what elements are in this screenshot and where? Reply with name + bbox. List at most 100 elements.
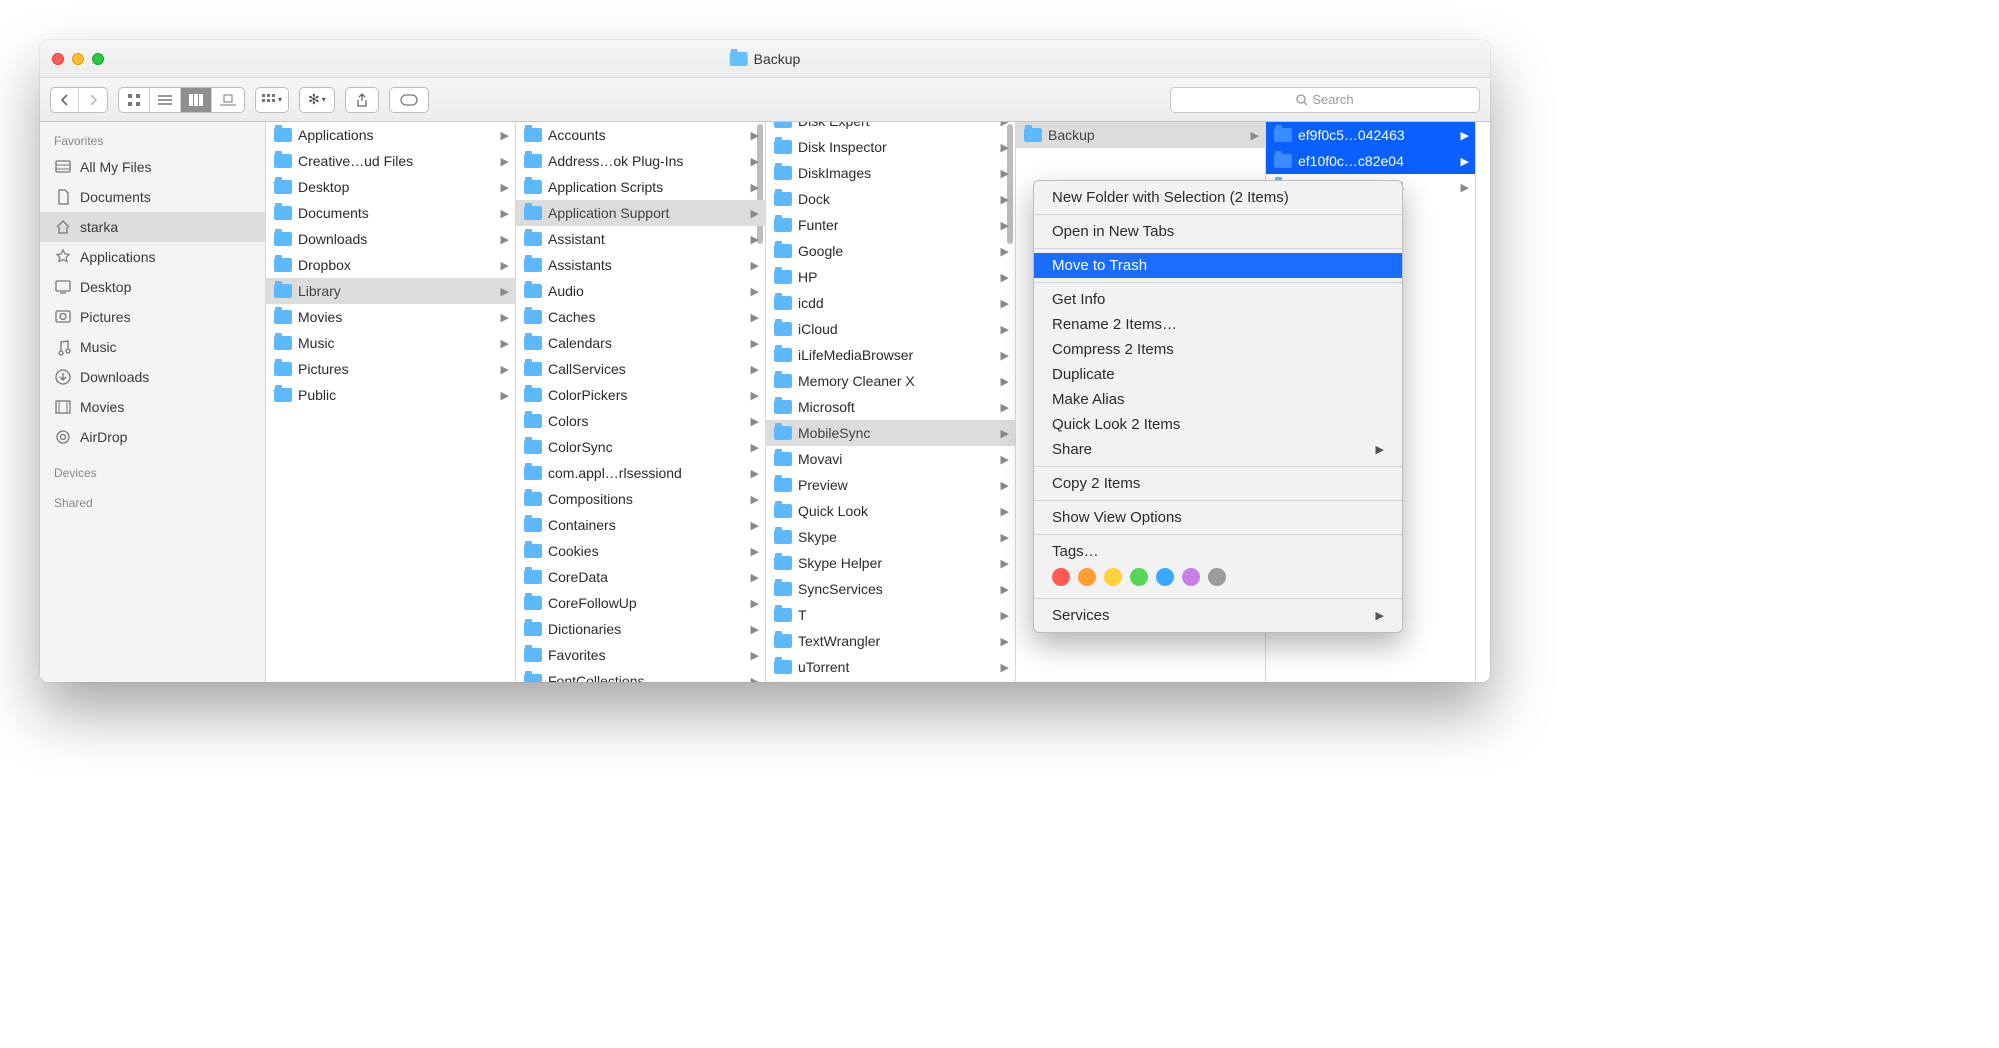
menu-item[interactable]: Show View Options xyxy=(1034,505,1402,530)
folder-item[interactable]: Compositions▶ xyxy=(516,486,765,512)
tag-color-dot[interactable] xyxy=(1130,568,1148,586)
folder-item[interactable]: Movies▶ xyxy=(266,304,515,330)
folder-item[interactable]: Public▶ xyxy=(266,382,515,408)
menu-item[interactable]: Open in New Tabs xyxy=(1034,219,1402,244)
folder-item[interactable]: Pictures▶ xyxy=(266,356,515,382)
folder-item[interactable]: Memory Cleaner X▶ xyxy=(766,368,1015,394)
menu-item[interactable]: Move to Trash xyxy=(1034,253,1402,278)
coverflow-view-button[interactable] xyxy=(212,88,244,112)
menu-item[interactable]: Services▶ xyxy=(1034,603,1402,628)
tag-color-dot[interactable] xyxy=(1078,568,1096,586)
tag-color-dot[interactable] xyxy=(1052,568,1070,586)
arrange-button[interactable]: ▾ xyxy=(256,88,288,112)
folder-item[interactable]: Funter▶ xyxy=(766,212,1015,238)
folder-item[interactable]: Creative…ud Files▶ xyxy=(266,148,515,174)
folder-item[interactable]: Quick Look▶ xyxy=(766,498,1015,524)
folder-item[interactable]: Google▶ xyxy=(766,238,1015,264)
close-window-button[interactable] xyxy=(52,53,64,65)
tag-color-dot[interactable] xyxy=(1182,568,1200,586)
folder-item[interactable]: Music▶ xyxy=(266,330,515,356)
icon-view-button[interactable] xyxy=(119,88,150,112)
tag-color-dot[interactable] xyxy=(1208,568,1226,586)
folder-item[interactable]: Favorites▶ xyxy=(516,642,765,668)
menu-item[interactable]: New Folder with Selection (2 Items) xyxy=(1034,185,1402,210)
folder-item[interactable]: MobileSync▶ xyxy=(766,420,1015,446)
list-view-button[interactable] xyxy=(150,88,181,112)
tags-button[interactable] xyxy=(389,87,429,113)
folder-item[interactable]: Skype▶ xyxy=(766,524,1015,550)
menu-item[interactable]: Compress 2 Items xyxy=(1034,337,1402,362)
folder-item[interactable]: com.appl…rlsessiond▶ xyxy=(516,460,765,486)
menu-item[interactable]: Make Alias xyxy=(1034,387,1402,412)
sidebar-item-desktop[interactable]: Desktop xyxy=(40,272,265,302)
folder-item[interactable]: HP▶ xyxy=(766,264,1015,290)
folder-item[interactable]: Disk Inspector▶ xyxy=(766,134,1015,160)
folder-item[interactable]: ColorPickers▶ xyxy=(516,382,765,408)
folder-item[interactable]: ef9f0c5…042463▶ xyxy=(1266,122,1475,148)
sidebar-item-documents[interactable]: Documents xyxy=(40,182,265,212)
folder-item[interactable]: FontCollections▶ xyxy=(516,668,765,682)
menu-item[interactable]: Share▶ xyxy=(1034,437,1402,462)
folder-item[interactable]: Skype Helper▶ xyxy=(766,550,1015,576)
folder-item[interactable]: Application Support▶ xyxy=(516,200,765,226)
folder-item[interactable]: Cookies▶ xyxy=(516,538,765,564)
folder-item[interactable]: ef10f0c…c82e04▶ xyxy=(1266,148,1475,174)
folder-item[interactable]: Assistants▶ xyxy=(516,252,765,278)
folder-item[interactable]: icdd▶ xyxy=(766,290,1015,316)
folder-item[interactable]: Accounts▶ xyxy=(516,122,765,148)
folder-item[interactable]: iLifeMediaBrowser▶ xyxy=(766,342,1015,368)
folder-item[interactable]: Library▶ xyxy=(266,278,515,304)
sidebar-item-applications[interactable]: Applications xyxy=(40,242,265,272)
folder-item[interactable]: Disk Expert▶ xyxy=(766,122,1015,134)
menu-item[interactable]: Get Info xyxy=(1034,287,1402,312)
tag-color-dot[interactable] xyxy=(1104,568,1122,586)
share-button[interactable] xyxy=(345,87,379,113)
folder-item[interactable]: Backup▶ xyxy=(1016,122,1265,148)
column-2[interactable]: Disk Expert▶Disk Inspector▶DiskImages▶Do… xyxy=(766,122,1016,682)
column-1[interactable]: Accounts▶Address…ok Plug-Ins▶ Application… xyxy=(516,122,766,682)
sidebar-item-home[interactable]: starka xyxy=(40,212,265,242)
folder-item[interactable]: Downloads▶ xyxy=(266,226,515,252)
sidebar-item-downloads[interactable]: Downloads xyxy=(40,362,265,392)
zoom-window-button[interactable] xyxy=(92,53,104,65)
folder-item[interactable]: Applications▶ xyxy=(266,122,515,148)
folder-item[interactable]: SyncServices▶ xyxy=(766,576,1015,602)
column-0[interactable]: Applications▶Creative…ud Files▶Desktop▶D… xyxy=(266,122,516,682)
tag-color-dot[interactable] xyxy=(1156,568,1174,586)
folder-item[interactable]: Colors▶ xyxy=(516,408,765,434)
folder-item[interactable]: Dropbox▶ xyxy=(266,252,515,278)
folder-item[interactable]: Microsoft▶ xyxy=(766,394,1015,420)
folder-item[interactable]: Preview▶ xyxy=(766,472,1015,498)
minimize-window-button[interactable] xyxy=(72,53,84,65)
folder-item[interactable]: CallServices▶ xyxy=(516,356,765,382)
folder-item[interactable]: T▶ xyxy=(766,602,1015,628)
folder-item[interactable]: DiskImages▶ xyxy=(766,160,1015,186)
folder-item[interactable]: Dictionaries▶ xyxy=(516,616,765,642)
folder-item[interactable]: Assistant▶ xyxy=(516,226,765,252)
sidebar-item-music[interactable]: Music xyxy=(40,332,265,362)
menu-item[interactable]: Quick Look 2 Items xyxy=(1034,412,1402,437)
folder-item[interactable]: Documents▶ xyxy=(266,200,515,226)
folder-item[interactable]: iCloud▶ xyxy=(766,316,1015,342)
forward-button[interactable] xyxy=(79,88,107,112)
folder-item[interactable]: Movavi▶ xyxy=(766,446,1015,472)
folder-item[interactable]: Dock▶ xyxy=(766,186,1015,212)
folder-item[interactable]: TextWrangler▶ xyxy=(766,628,1015,654)
menu-item[interactable]: Duplicate xyxy=(1034,362,1402,387)
back-button[interactable] xyxy=(51,88,79,112)
folder-item[interactable]: Containers▶ xyxy=(516,512,765,538)
sidebar-item-airdrop[interactable]: AirDrop xyxy=(40,422,265,452)
folder-item[interactable]: Audio▶ xyxy=(516,278,765,304)
menu-item[interactable]: Copy 2 Items xyxy=(1034,471,1402,496)
action-button[interactable]: ✻▾ xyxy=(300,88,334,112)
search-field[interactable]: Search xyxy=(1170,87,1480,113)
sidebar-item-pictures[interactable]: Pictures xyxy=(40,302,265,332)
folder-item[interactable]: Desktop▶ xyxy=(266,174,515,200)
folder-item[interactable]: Address…ok Plug-Ins▶ xyxy=(516,148,765,174)
menu-item-tags[interactable]: Tags… xyxy=(1034,539,1402,564)
folder-item[interactable]: CoreData▶ xyxy=(516,564,765,590)
folder-item[interactable]: Caches▶ xyxy=(516,304,765,330)
folder-item[interactable]: ColorSync▶ xyxy=(516,434,765,460)
sidebar-item-movies[interactable]: Movies xyxy=(40,392,265,422)
menu-item[interactable]: Rename 2 Items… xyxy=(1034,312,1402,337)
